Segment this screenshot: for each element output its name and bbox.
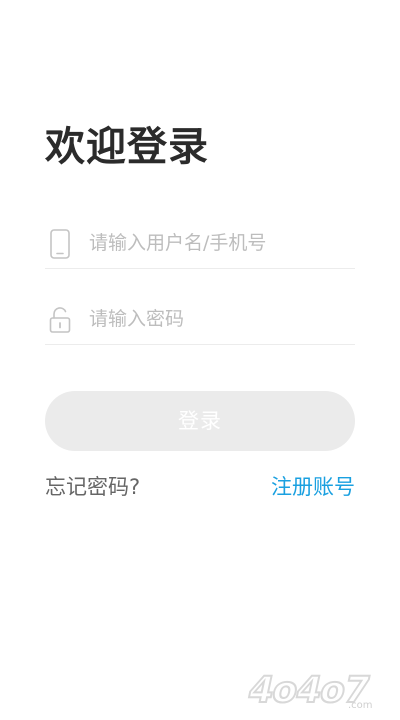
lock-icon [49,307,71,333]
site-watermark-logo: 4o4o7 .com [244,667,374,712]
username-input[interactable] [89,226,349,260]
username-field [45,218,355,269]
password-field [45,294,355,345]
password-input[interactable] [89,302,349,336]
forgot-password-link[interactable]: 忘记密码? [45,472,140,502]
register-link[interactable]: 注册账号 [271,472,355,502]
page-title: 欢迎登录 [45,124,209,170]
svg-text:.com: .com [348,700,373,711]
phone-icon [50,229,70,259]
login-button[interactable]: 登录 [45,391,355,451]
